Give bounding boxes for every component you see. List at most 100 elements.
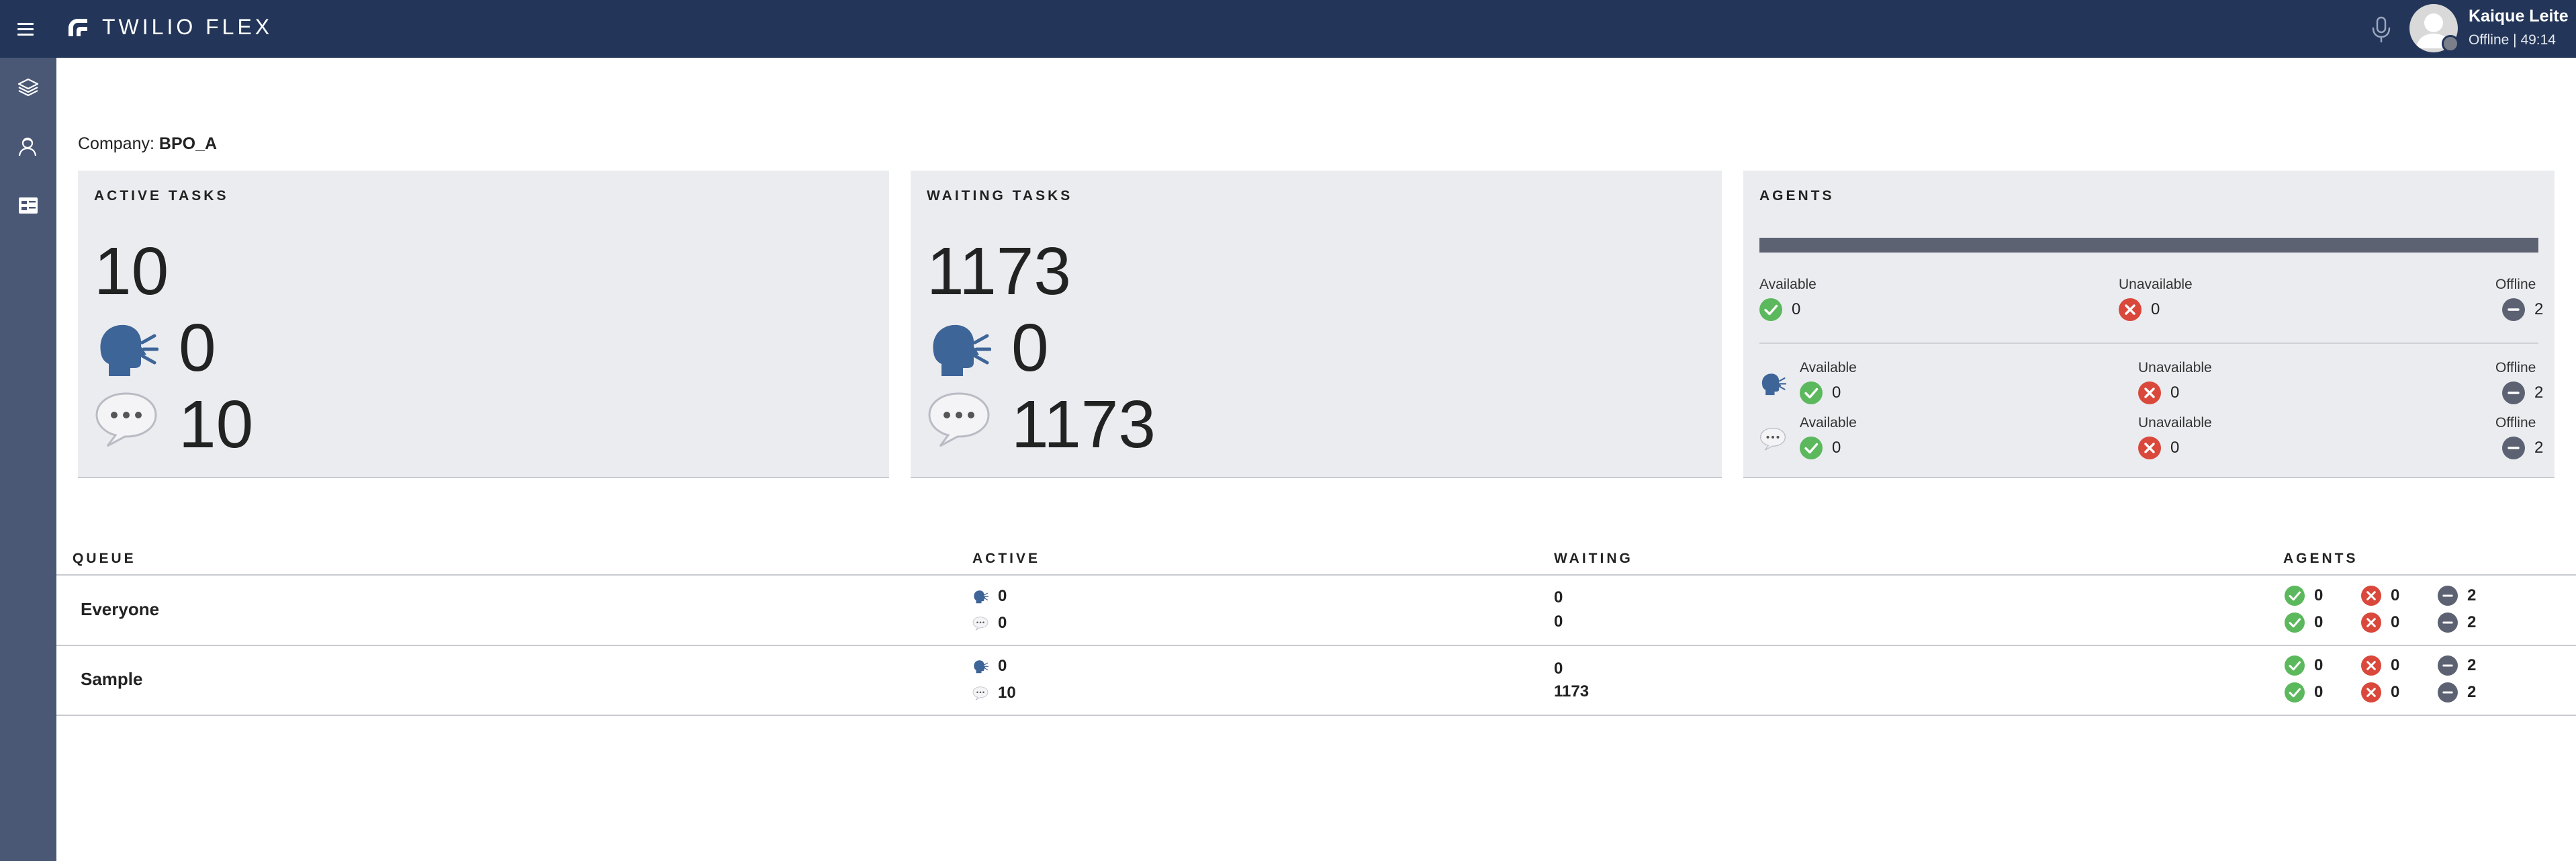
x-icon — [2361, 655, 2381, 676]
speaking-head-icon — [1759, 371, 1786, 396]
agents-available-cell: 0 — [2285, 682, 2323, 703]
table-divider — [56, 574, 2576, 576]
agents-available-cell: 0 — [2285, 586, 2323, 606]
agents-chat-unavailable-value: 0 — [2170, 439, 2180, 457]
agents-offline-value: 2 — [2467, 613, 2477, 631]
check-icon — [2285, 682, 2305, 703]
agents-voice-available: 0 — [1800, 381, 1841, 404]
active-chat-cell: 10 — [972, 684, 1016, 703]
brand-name: TWILIO FLEX — [102, 15, 273, 39]
agent-icon[interactable] — [11, 129, 46, 164]
queues-stats-icon[interactable] — [11, 188, 46, 223]
minus-icon — [2438, 613, 2458, 633]
agents-voice-unavailable-value: 0 — [2170, 383, 2180, 402]
waiting-tasks-voice: 0 — [1011, 310, 1049, 386]
company-key: Company: — [78, 134, 154, 153]
side-nav — [0, 58, 56, 861]
agents-available-cell: 0 — [2285, 655, 2323, 676]
agents-card: AGENTS Available 0 Unavailable 0 Offline… — [1743, 171, 2555, 478]
agents-offline-total: 2 — [2502, 298, 2543, 321]
speech-bubble-icon — [972, 616, 988, 631]
unavailable-label: Unavailable — [2138, 360, 2212, 375]
active-tasks-chat: 10 — [179, 387, 254, 462]
agents-chat-unavailable: 0 — [2138, 437, 2179, 459]
speaking-head-icon — [927, 320, 991, 377]
minus-icon — [2502, 381, 2525, 404]
x-icon — [2138, 437, 2161, 459]
check-icon — [1759, 298, 1782, 321]
waiting-tasks-total: 1173 — [927, 234, 1072, 309]
waiting-tasks-chat: 1173 — [1011, 387, 1156, 462]
table-divider — [56, 645, 2576, 646]
agents-offline-cell: 2 — [2438, 655, 2476, 676]
active-voice-value: 0 — [998, 587, 1007, 605]
waiting-tasks-title: WAITING TASKS — [927, 188, 1073, 203]
user-name: Kaique Leite — [2469, 7, 2569, 26]
agents-unavailable-total: 0 — [2119, 298, 2160, 321]
company-value: BPO_A — [158, 134, 218, 153]
agents-available-total-value: 0 — [1792, 300, 1801, 318]
available-label: Available — [1800, 360, 1857, 375]
active-voice-value: 0 — [998, 657, 1007, 675]
agents-unavailable-cell: 0 — [2361, 586, 2399, 606]
check-icon — [2285, 655, 2305, 676]
x-icon — [2361, 613, 2381, 633]
agents-chat-offline: 2 — [2502, 437, 2543, 459]
agents-offline-cell: 2 — [2438, 682, 2476, 703]
active-voice-cell: 0 — [972, 657, 1007, 676]
agents-title: AGENTS — [1759, 188, 1835, 203]
status-dot — [2442, 35, 2459, 52]
microphone-icon[interactable] — [2369, 15, 2393, 43]
agents-unavailable-value: 0 — [2391, 586, 2400, 604]
queue-name: Everyone — [81, 599, 160, 619]
check-icon — [2285, 613, 2305, 633]
agents-available-value: 0 — [2314, 656, 2324, 674]
agents-available-cell: 0 — [2285, 613, 2323, 633]
minus-icon — [2502, 437, 2525, 459]
agents-voice-unavailable: 0 — [2138, 381, 2179, 404]
check-icon — [2285, 586, 2305, 606]
agents-available-total: 0 — [1759, 298, 1800, 321]
column-header-active[interactable]: ACTIVE — [972, 551, 1040, 567]
agents-offline-cell: 2 — [2438, 586, 2476, 606]
speaking-head-icon — [972, 589, 988, 604]
column-header-queue[interactable]: QUEUE — [73, 551, 136, 567]
waiting-voice-value: 0 — [1554, 660, 1563, 678]
speech-bubble-icon — [94, 390, 158, 447]
agents-unavailable-value: 0 — [2391, 683, 2400, 701]
waiting-chat-value: 0 — [1554, 613, 1563, 631]
active-voice-cell: 0 — [972, 587, 1007, 606]
active-chat-value: 0 — [998, 614, 1007, 632]
agents-unavailable-total-value: 0 — [2151, 300, 2160, 318]
layers-icon[interactable] — [11, 70, 46, 105]
agents-chat-offline-value: 2 — [2534, 439, 2544, 457]
offline-label: Offline — [2495, 277, 2536, 292]
queue-name: Sample — [81, 669, 143, 689]
agents-available-value: 0 — [2314, 683, 2324, 701]
unavailable-label: Unavailable — [2138, 415, 2212, 430]
menu-icon[interactable] — [16, 20, 36, 38]
speaking-head-icon — [94, 320, 158, 377]
unavailable-label: Unavailable — [2119, 277, 2193, 292]
agents-unavailable-cell: 0 — [2361, 613, 2399, 633]
agents-unavailable-value: 0 — [2391, 613, 2400, 631]
speech-bubble-icon — [927, 390, 991, 447]
x-icon — [2119, 298, 2142, 321]
agents-unavailable-value: 0 — [2391, 656, 2400, 674]
agents-status-bar — [1759, 238, 2538, 253]
agents-available-value: 0 — [2314, 586, 2324, 604]
column-header-agents[interactable]: AGENTS — [2283, 551, 2358, 567]
minus-icon — [2502, 298, 2525, 321]
speaking-head-icon — [972, 659, 988, 674]
column-header-waiting[interactable]: WAITING — [1554, 551, 1633, 567]
agents-offline-total-value: 2 — [2534, 300, 2544, 318]
company-label: Company: BPO_A — [78, 134, 217, 154]
active-tasks-voice: 0 — [179, 310, 216, 386]
active-tasks-title: ACTIVE TASKS — [94, 188, 229, 203]
agents-chat-available-value: 0 — [1832, 439, 1841, 457]
divider — [1759, 343, 2538, 344]
check-icon — [1800, 381, 1823, 404]
active-tasks-total: 10 — [94, 234, 169, 309]
agents-voice-offline-value: 2 — [2534, 383, 2544, 402]
waiting-chat-value: 1173 — [1554, 682, 1590, 700]
